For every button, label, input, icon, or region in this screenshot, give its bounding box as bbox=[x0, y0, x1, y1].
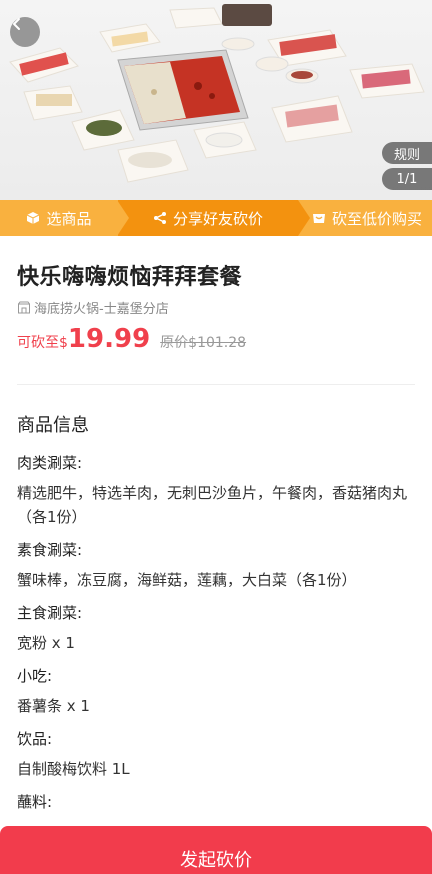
hero-image: 规则 1/1 bbox=[0, 0, 432, 200]
item-category: 肉类涮菜: bbox=[17, 454, 83, 472]
item-category: 蘸料: bbox=[17, 793, 53, 811]
store-icon bbox=[17, 301, 31, 315]
page-indicator-text: 1/1 bbox=[396, 171, 418, 187]
item-category: 素食涮菜: bbox=[17, 541, 83, 559]
box-icon bbox=[26, 211, 40, 225]
list-item: 主食涮菜: 宽粉 x 1 bbox=[17, 602, 417, 655]
store-name: 海底捞火锅-士嘉堡分店 bbox=[34, 302, 169, 317]
price-prefix: 可砍至 bbox=[17, 335, 59, 351]
item-detail: 精选肥牛，特选羊肉，无刺巴沙鱼片，午餐肉，香菇猪肉丸（各1份） bbox=[17, 484, 408, 526]
hotpot-illustration bbox=[9, 4, 425, 183]
original-price: 原价$101.28 bbox=[160, 335, 247, 351]
cart-icon bbox=[312, 211, 326, 225]
price-currency: $ bbox=[59, 335, 68, 351]
item-detail: 宽粉 x 1 bbox=[17, 634, 75, 652]
step1-label: 选商品 bbox=[46, 209, 92, 228]
item-detail: 蟹味棒，冻豆腐，海鲜菇，莲藕，大白菜（各1份） bbox=[17, 571, 357, 589]
chevron-left-icon bbox=[13, 18, 20, 30]
step2-label: 分享好友砍价 bbox=[172, 209, 263, 228]
bargain-price: 19.99 bbox=[67, 324, 151, 354]
back-button[interactable] bbox=[10, 17, 40, 47]
item-detail: 番薯条 x 1 bbox=[17, 697, 90, 715]
list-item: 肉类涮菜: 精选肥牛，特选羊肉，无刺巴沙鱼片，午餐肉，香菇猪肉丸（各1份） bbox=[17, 452, 417, 529]
step-buy-low-price: 砍至低价购买 bbox=[298, 200, 432, 236]
item-category: 主食涮菜: bbox=[17, 604, 83, 622]
rules-button[interactable]: 规则 bbox=[382, 142, 432, 164]
start-bargain-button[interactable]: 发起砍价 bbox=[0, 826, 432, 874]
item-category: 小吃: bbox=[17, 667, 53, 685]
start-bargain-label: 发起砍价 bbox=[180, 850, 252, 871]
product-title: 快乐嗨嗨烦恼拜拜套餐 bbox=[17, 265, 243, 290]
step-share-friends: 分享好友砍价 bbox=[117, 200, 310, 236]
rules-label: 规则 bbox=[393, 147, 420, 163]
divider bbox=[17, 384, 415, 385]
share-icon bbox=[153, 211, 167, 225]
product-info-heading: 商品信息 bbox=[17, 415, 89, 436]
step-select-product: 选商品 bbox=[0, 200, 118, 236]
step3-label: 砍至低价购买 bbox=[332, 209, 423, 228]
price-row: 可砍至 $ 19.99 原价$101.28 bbox=[17, 324, 246, 354]
store-info[interactable]: 海底捞火锅-士嘉堡分店 bbox=[17, 298, 169, 317]
product-info-list: 肉类涮菜: 精选肥牛，特选羊肉，无刺巴沙鱼片，午餐肉，香菇猪肉丸（各1份） 素食… bbox=[17, 452, 417, 823]
bargain-steps-bar: 选商品 分享好友砍价 砍至低价购买 bbox=[0, 200, 432, 236]
list-item: 素食涮菜: 蟹味棒，冻豆腐，海鲜菇，莲藕，大白菜（各1份） bbox=[17, 539, 417, 592]
item-detail: 自制酸梅饮料 1L bbox=[17, 760, 130, 778]
image-page-indicator: 1/1 bbox=[382, 168, 432, 190]
item-category: 饮品: bbox=[17, 730, 53, 748]
list-item: 饮品: 自制酸梅饮料 1L bbox=[17, 728, 417, 781]
list-item: 小吃: 番薯条 x 1 bbox=[17, 665, 417, 718]
list-item: 蘸料: bbox=[17, 791, 417, 813]
